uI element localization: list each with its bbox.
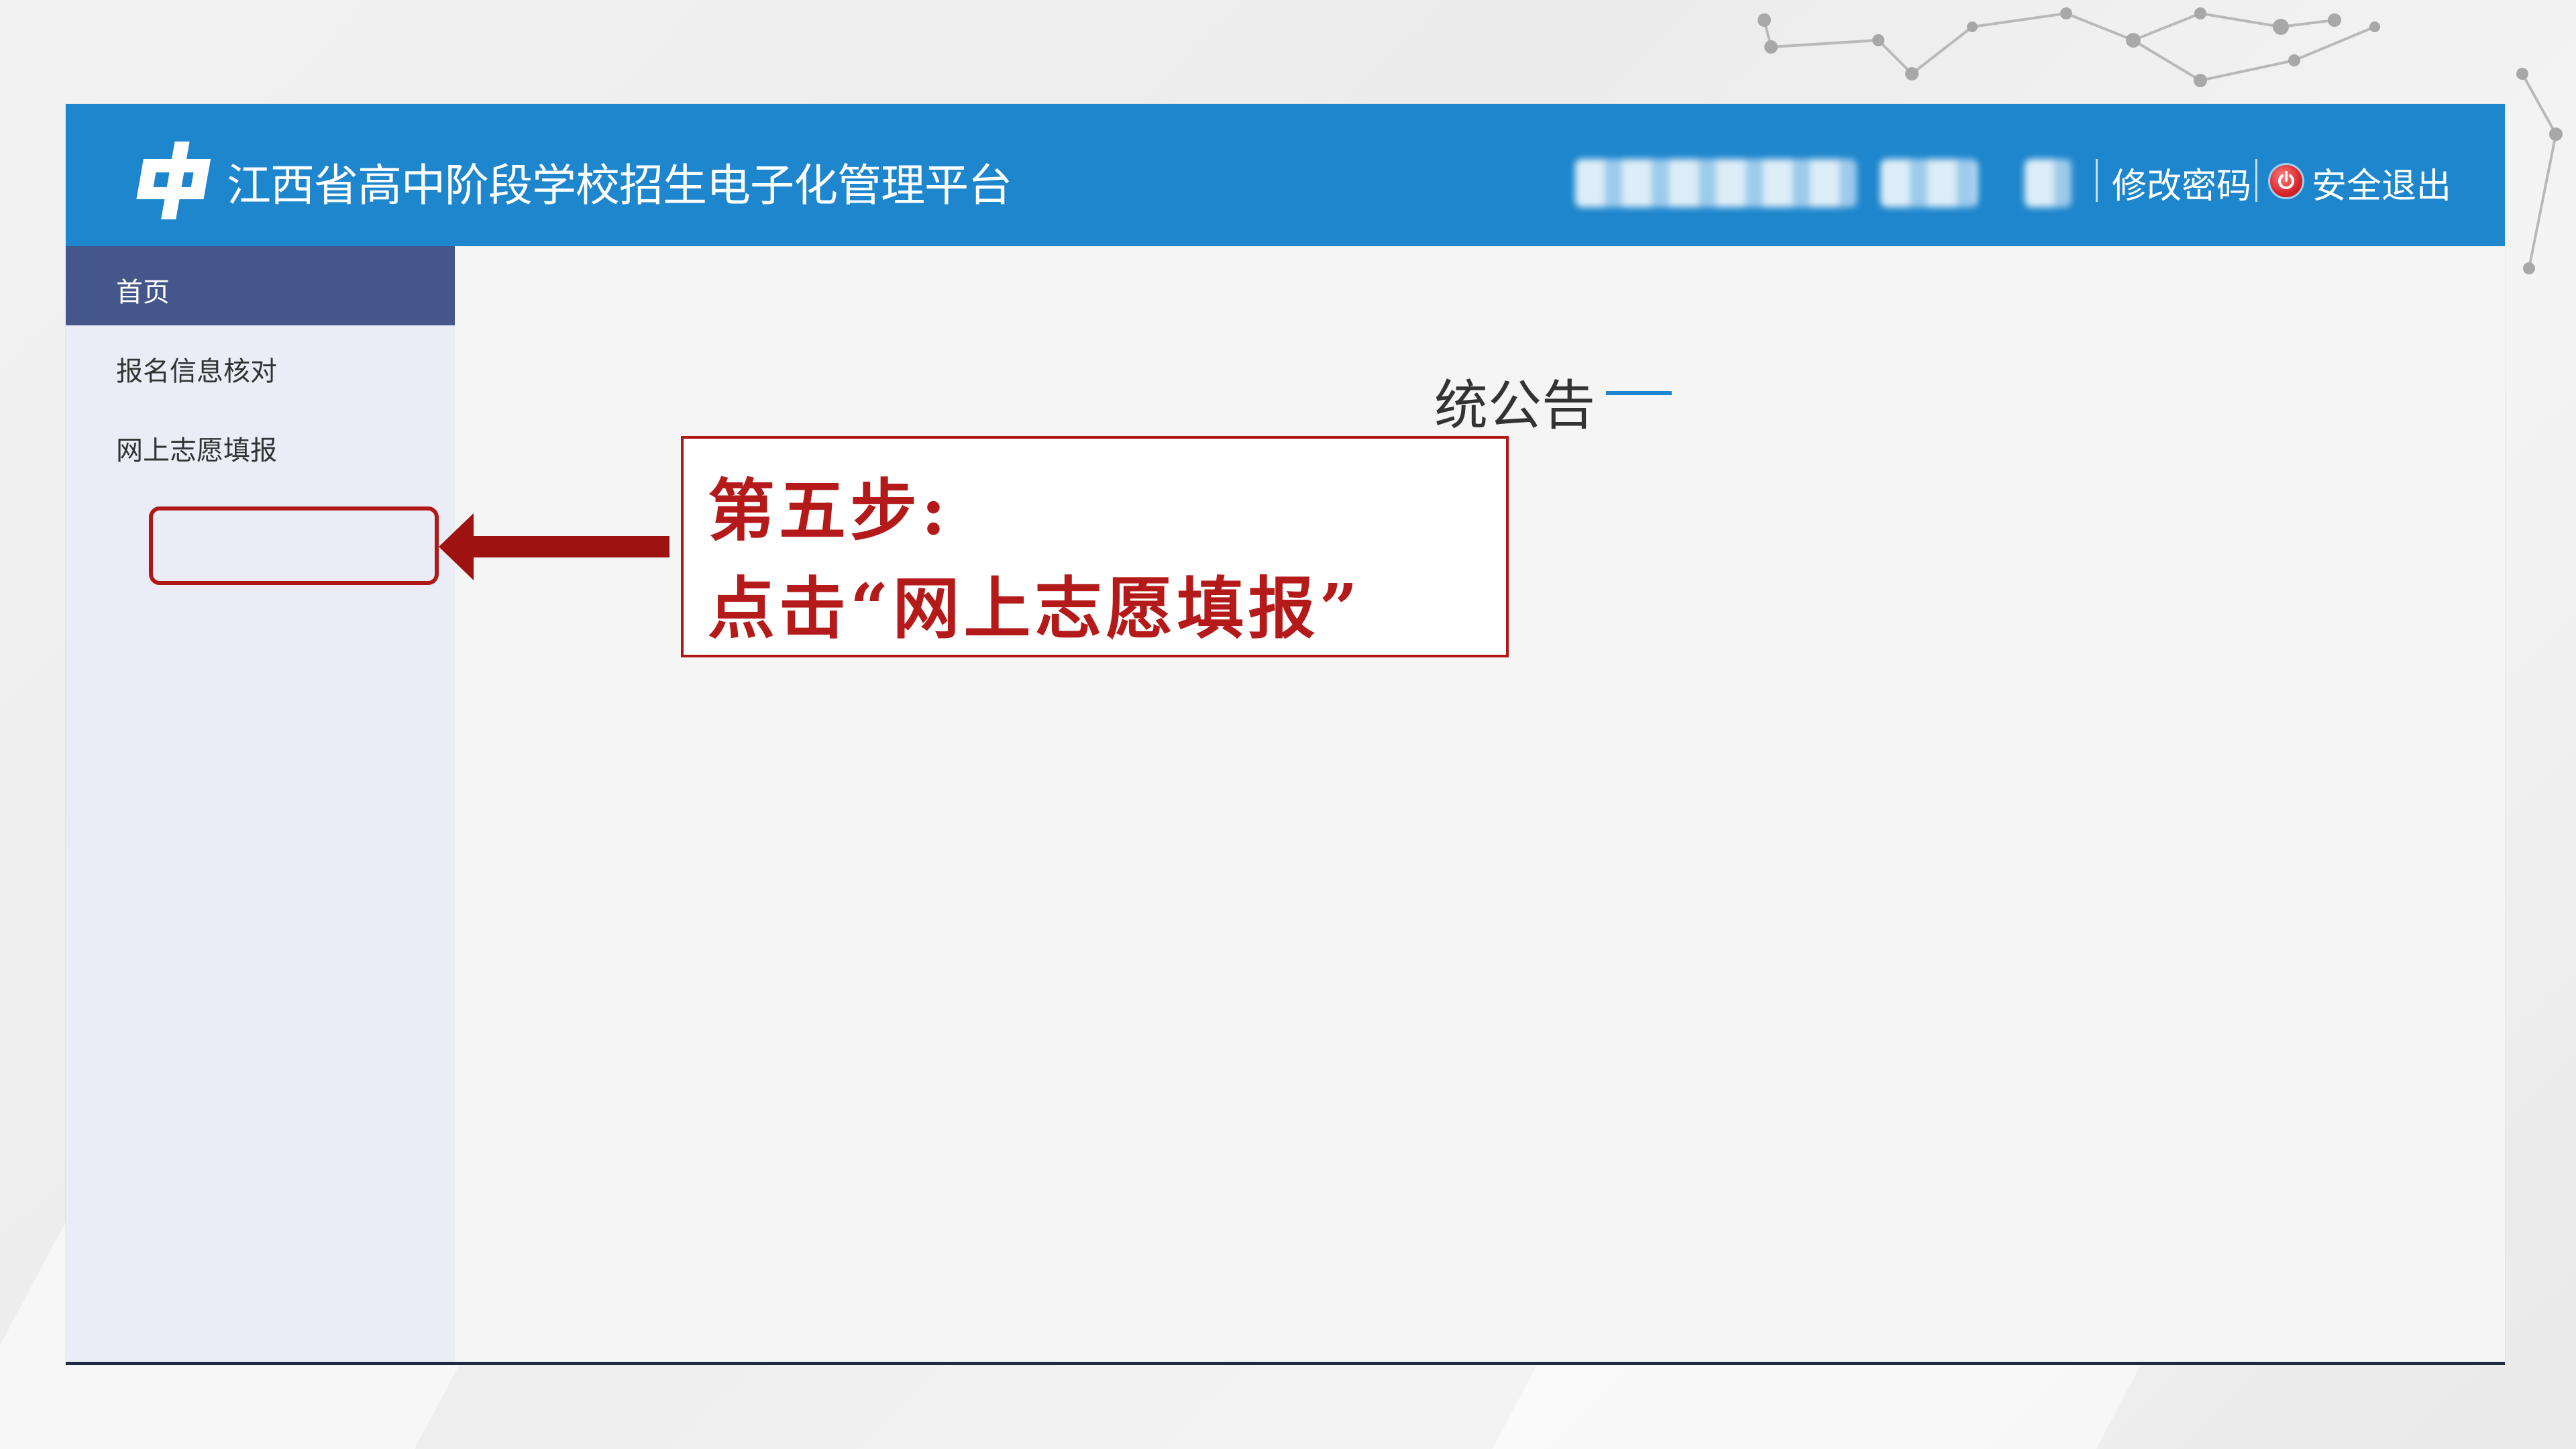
instruction-text: 点击“网上志愿填报” xyxy=(708,569,1362,648)
header-separator xyxy=(2096,159,2098,202)
logout-link[interactable]: 安全退出 xyxy=(2312,158,2451,208)
user-info-blurred xyxy=(2025,159,2072,207)
sidebar-item-label: 网上志愿填报 xyxy=(116,435,277,466)
sidebar-item-online-application[interactable]: 网上志愿填报 xyxy=(66,405,455,484)
sidebar-menu: 首页 报名信息核对 网上志愿填报 xyxy=(66,246,455,1364)
notice-title: 统公告 xyxy=(1434,374,1595,437)
sidebar-item-label: 首页 xyxy=(116,277,170,308)
sidebar-item-home[interactable]: 首页 xyxy=(66,246,455,325)
top-header: 江西省高中阶段学校招生电子化管理平台 修改密码 安全退出 xyxy=(66,104,2505,246)
app-window: 江西省高中阶段学校招生电子化管理平台 修改密码 安全退出 首页 报名信息核对 网… xyxy=(66,104,2505,1364)
header-separator xyxy=(2255,159,2257,202)
sidebar-item-registration-check[interactable]: 报名信息核对 xyxy=(66,325,455,405)
platform-logo-icon xyxy=(136,142,211,219)
arrow-left-icon xyxy=(439,513,669,580)
sidebar-item-label: 报名信息核对 xyxy=(116,356,277,387)
instruction-step: 第五步: xyxy=(708,471,950,550)
power-icon[interactable] xyxy=(2270,165,2302,197)
change-password-link[interactable]: 修改密码 xyxy=(2112,158,2251,208)
app-title: 江西省高中阶段学校招生电子化管理平台 xyxy=(227,160,1012,211)
instruction-callout: 第五步: 点击“网上志愿填报” xyxy=(681,436,1509,657)
highlight-frame xyxy=(149,506,439,585)
title-underline-decoration xyxy=(1606,391,1672,395)
user-info-blurred xyxy=(1880,159,1978,207)
user-info-blurred xyxy=(1575,159,1857,207)
screen-bottom-border xyxy=(66,1362,2505,1365)
